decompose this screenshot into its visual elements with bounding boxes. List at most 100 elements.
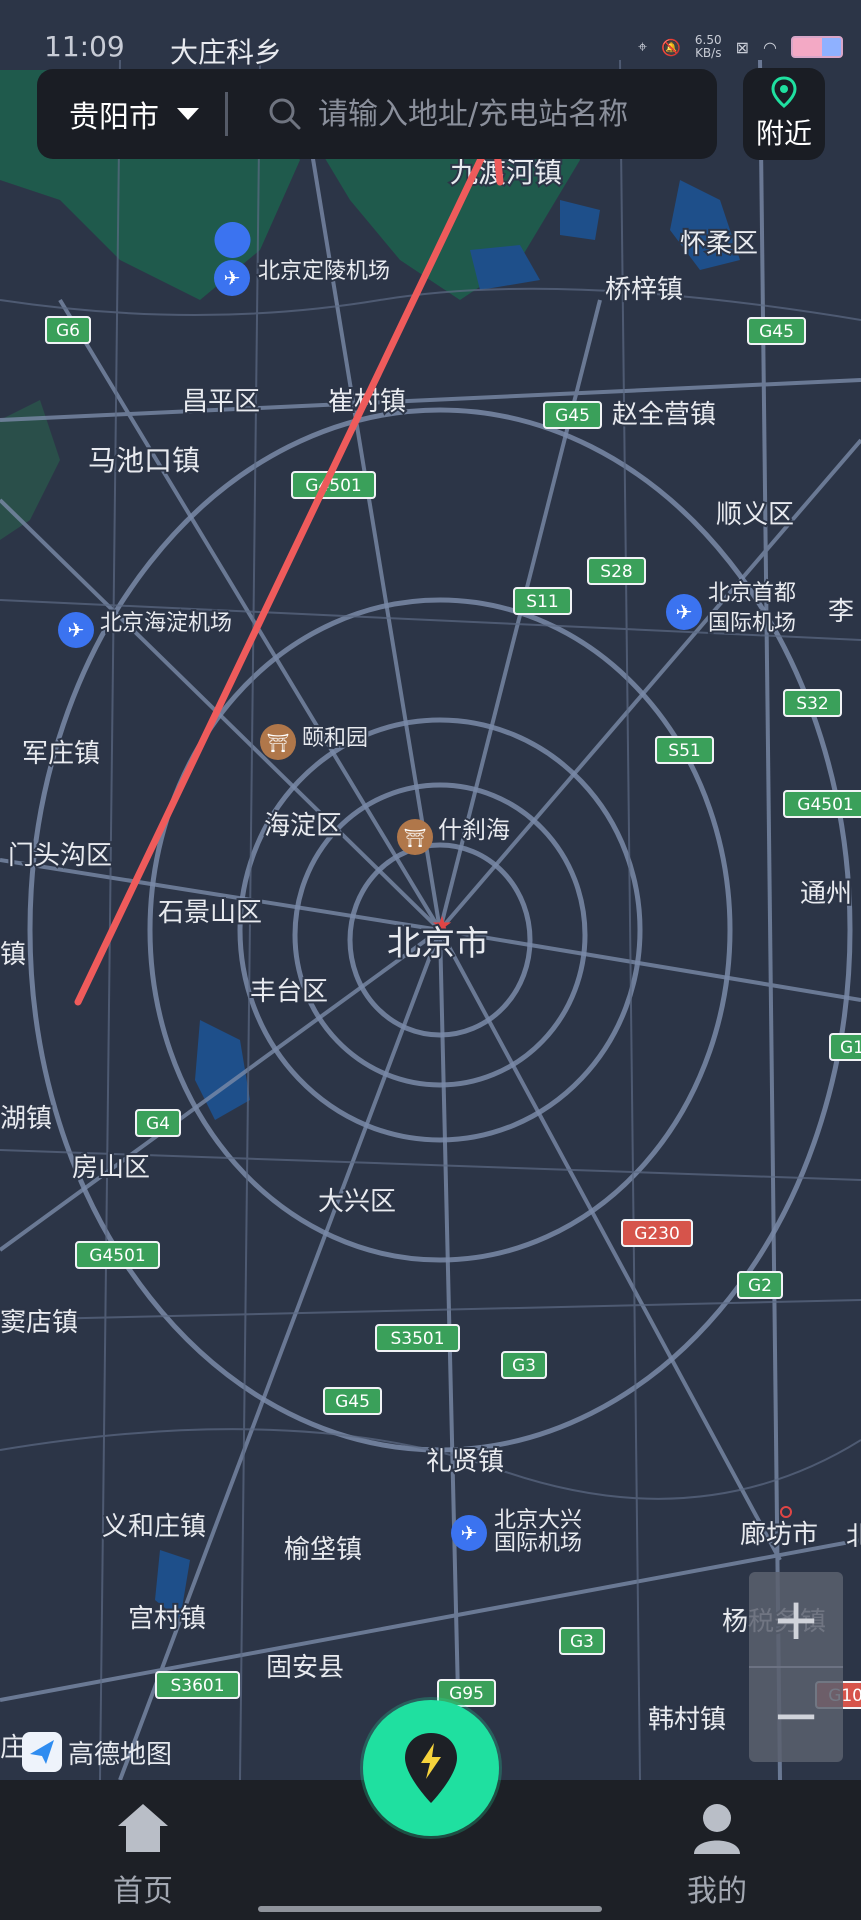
map-label: 韩村镇 xyxy=(648,1705,726,1735)
location-pin-icon xyxy=(771,76,797,108)
status-icons: ⌖ 🔕 6.50 KB/s ⊠ ◠ xyxy=(638,34,843,60)
road-shield-label: G3 xyxy=(512,1356,536,1376)
road-shield-label: S51 xyxy=(668,741,700,761)
road-shield-label: G6 xyxy=(56,321,80,341)
airport-pin-capital[interactable]: ✈ xyxy=(666,594,702,630)
nearby-button[interactable]: 附近 xyxy=(743,68,825,160)
map-label: 国际机场 xyxy=(708,611,796,636)
net-speed-unit: KB/s xyxy=(695,46,722,60)
road-shield-label: G45 xyxy=(335,1392,370,1412)
road-shield-label: S11 xyxy=(526,592,558,612)
road-shield: S11 xyxy=(513,587,572,615)
map-label: 石景山区 xyxy=(158,898,262,928)
mute-status-icon: 🔕 xyxy=(660,37,681,57)
map-brand: 高德地图 xyxy=(22,1732,172,1772)
road-shield-label: G230 xyxy=(634,1224,680,1244)
map-label: 军庄镇 xyxy=(22,739,100,769)
road-shield-label: G45 xyxy=(555,406,590,426)
map-label: 马池口镇 xyxy=(88,444,200,477)
home-indicator[interactable] xyxy=(258,1906,602,1912)
attraction-pin-shichahai[interactable]: ⛩ xyxy=(397,819,433,855)
road-shield-label: G1 xyxy=(840,1038,861,1058)
road-shield: G1 xyxy=(829,1033,861,1061)
map-label: 礼贤镇 xyxy=(426,1447,504,1477)
road-shield-label: G4 xyxy=(146,1114,170,1134)
road-shield: G45 xyxy=(747,317,806,345)
svg-text:⛩: ⛩ xyxy=(404,828,427,849)
brand-name: 高德地图 xyxy=(68,1739,173,1770)
road-shield: G45 xyxy=(323,1387,382,1415)
road-shield-label: G4501 xyxy=(797,795,853,815)
city-label: 贵阳市 xyxy=(69,100,159,135)
zoom-out-button[interactable]: − xyxy=(749,1668,843,1762)
airport-pin-daxing[interactable]: ✈ xyxy=(451,1515,487,1551)
nav-mine-label: 我的 xyxy=(687,1874,747,1909)
status-bar: 11:09 ⌖ 🔕 6.50 KB/s ⊠ ◠ xyxy=(0,0,861,66)
road-shield-label: G4501 xyxy=(89,1246,145,1266)
road-shield: G4501 xyxy=(783,790,861,818)
road-shield: G230 xyxy=(621,1219,693,1247)
map-label: 榆垡镇 xyxy=(284,1535,362,1565)
road-shield: G2 xyxy=(737,1271,783,1299)
zoom-in-button[interactable]: + xyxy=(749,1572,843,1666)
wifi-status-icon: ◠ xyxy=(763,37,777,57)
road-shield: S3601 xyxy=(155,1671,240,1699)
map-label: 固安县 xyxy=(266,1653,344,1683)
net-speed-value: 6.50 xyxy=(694,33,722,47)
road-shield: S3501 xyxy=(375,1324,460,1352)
map-label: 什刹海 xyxy=(438,816,510,844)
map-label: 湖镇 xyxy=(0,1104,52,1134)
road-shield: G6 xyxy=(45,316,91,344)
lightning-pin-icon xyxy=(405,1733,457,1803)
map-label: 赵全营镇 xyxy=(612,400,716,430)
location-status-icon: ⌖ xyxy=(637,37,647,56)
road-shield-label: G3 xyxy=(570,1632,594,1652)
road-shield-label: G45 xyxy=(759,322,794,342)
road-shield: S28 xyxy=(587,557,646,585)
net-speed: 6.50 KB/s xyxy=(695,34,722,60)
battery-icon xyxy=(791,36,843,58)
attraction-pin-summer-palace[interactable]: ⛩ xyxy=(260,724,296,760)
charge-button[interactable] xyxy=(363,1700,499,1836)
search-input[interactable] xyxy=(316,95,717,133)
sim-status-icon: ⊠ xyxy=(735,37,750,57)
map-label: 通州 xyxy=(800,879,852,909)
svg-text:✈: ✈ xyxy=(676,600,693,624)
nav-home-label: 首页 xyxy=(113,1874,173,1909)
road-shield: G45 xyxy=(543,401,602,429)
map-label: 房山区 xyxy=(72,1153,150,1183)
road-shield: S32 xyxy=(783,689,842,717)
map-canvas[interactable]: ✈ ✈ ✈ ✈ ⛩ ⛩ ★ 大庄科乡九渡河镇怀柔区北京定陵机场桥梓镇昌平区崔村镇… xyxy=(0,0,861,1780)
road-shield: G3 xyxy=(559,1627,605,1655)
caret-down-icon xyxy=(177,108,199,120)
nav-home[interactable]: 首页 xyxy=(68,1800,218,1910)
status-time: 11:09 xyxy=(44,30,125,63)
map-label: 北京定陵机场 xyxy=(258,259,390,284)
road-shield: G4501 xyxy=(75,1241,160,1269)
map-label: 丰台区 xyxy=(250,977,328,1007)
map-label: 北京海淀机场 xyxy=(100,611,232,636)
user-icon xyxy=(694,1804,740,1854)
map-label: 北京首都 xyxy=(708,581,796,606)
map-label: 怀柔区 xyxy=(680,229,758,259)
road-shield-label: S28 xyxy=(600,562,632,582)
road-shield-label: S32 xyxy=(796,694,828,714)
map-label: 廊坊市 xyxy=(740,1520,818,1550)
map-label: 大兴区 xyxy=(318,1187,396,1217)
road-shield: G4 xyxy=(135,1109,181,1137)
search-icon xyxy=(269,98,301,130)
road-shield-label: G95 xyxy=(449,1684,484,1704)
airport-pin-haidian[interactable]: ✈ xyxy=(58,612,94,648)
map-label: 李 xyxy=(828,597,854,627)
map-label: 国际机场 xyxy=(494,1531,582,1556)
map-label: 窦店镇 xyxy=(0,1308,78,1338)
svg-text:✈: ✈ xyxy=(68,618,85,642)
road-shield-label: S3501 xyxy=(390,1329,444,1349)
nav-mine[interactable]: 我的 xyxy=(642,1800,792,1910)
map-label: 北京市 xyxy=(387,924,489,964)
map-label: 门头沟区 xyxy=(8,841,112,871)
road-shield: S51 xyxy=(655,736,714,764)
nearby-label: 附近 xyxy=(755,117,812,150)
home-icon xyxy=(118,1804,168,1852)
city-select[interactable]: 贵阳市 xyxy=(37,69,199,159)
